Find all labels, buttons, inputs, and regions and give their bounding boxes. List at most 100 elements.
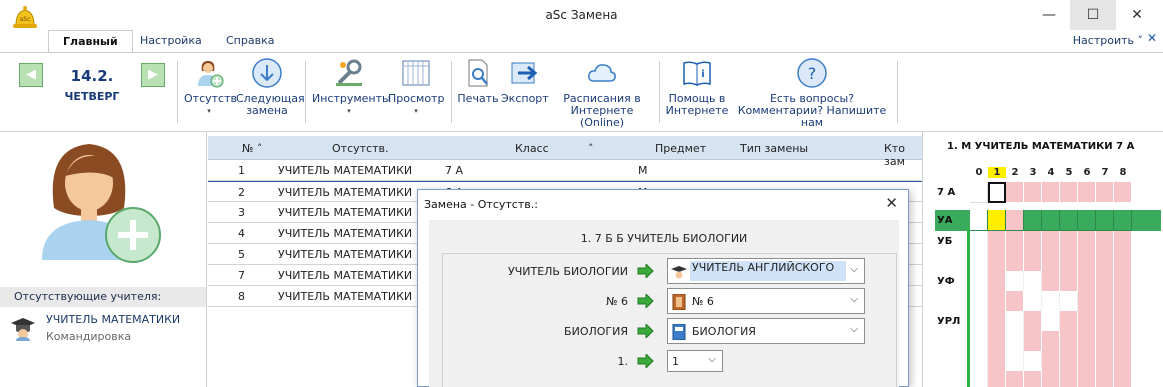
next-substitution-button[interactable]: Следующая замена bbox=[236, 57, 305, 117]
subject-select[interactable]: БИОЛОГИЯ ⌵ bbox=[667, 318, 865, 344]
timetable-cell[interactable] bbox=[1078, 271, 1096, 292]
timetable-cell[interactable] bbox=[1060, 210, 1078, 231]
timetable-cell[interactable] bbox=[1006, 251, 1024, 272]
timetable-cell[interactable] bbox=[1024, 371, 1042, 387]
timetable-cell[interactable] bbox=[1042, 251, 1060, 272]
column-subject[interactable]: Предмет bbox=[655, 142, 706, 155]
customize-menu[interactable]: Настроить ˅ bbox=[1073, 34, 1143, 47]
timetable-cell[interactable] bbox=[1078, 251, 1096, 272]
timetable-cell[interactable] bbox=[988, 371, 1006, 387]
timetable-cell[interactable] bbox=[1042, 210, 1060, 231]
timetable-cell[interactable] bbox=[1114, 291, 1132, 312]
timetable-cell[interactable] bbox=[1024, 251, 1042, 272]
timetable-cell[interactable] bbox=[970, 182, 988, 203]
timetable-cell[interactable] bbox=[988, 351, 1006, 372]
room-select[interactable]: № 6 ⌵ bbox=[667, 288, 865, 314]
timetable-cell[interactable] bbox=[1006, 210, 1024, 231]
timetable-cell[interactable] bbox=[1024, 231, 1042, 252]
teacher-select[interactable]: УЧИТЕЛЬ АНГЛИЙСКОГО ⌵ bbox=[667, 258, 865, 284]
tab-main[interactable]: Главный bbox=[48, 30, 133, 52]
timetable-cell[interactable] bbox=[988, 231, 1006, 252]
timetable-cell[interactable] bbox=[1096, 351, 1114, 372]
timetable-cell[interactable] bbox=[1096, 291, 1114, 312]
column-class[interactable]: Класс bbox=[515, 142, 549, 155]
timetable-cell[interactable] bbox=[1006, 311, 1024, 332]
timetable-cell[interactable] bbox=[970, 271, 988, 292]
timetable-cell[interactable] bbox=[1114, 251, 1132, 272]
timetable-cell[interactable] bbox=[970, 291, 988, 312]
close-button[interactable]: ✕ bbox=[1114, 0, 1160, 30]
feedback-button[interactable]: ? Есть вопросы? Комментарии? Напишите на… bbox=[734, 57, 890, 129]
timetable-cell[interactable] bbox=[1024, 311, 1042, 332]
timetable-cell[interactable] bbox=[1060, 271, 1078, 292]
timetable-cell[interactable] bbox=[970, 231, 988, 252]
timetable-cell[interactable] bbox=[1060, 331, 1078, 352]
column-sub-type[interactable]: Тип замены bbox=[740, 142, 808, 155]
timetable-cell[interactable] bbox=[1042, 331, 1060, 352]
timetable-cell[interactable] bbox=[1042, 231, 1060, 252]
timetable-cell[interactable] bbox=[1006, 371, 1024, 387]
dialog-close-icon[interactable]: ✕ bbox=[885, 194, 898, 212]
timetable-cell[interactable] bbox=[1114, 182, 1132, 203]
timetable-cell[interactable] bbox=[1006, 331, 1024, 352]
tools-button[interactable]: Инструменты ▾ bbox=[312, 57, 391, 117]
export-button[interactable]: Экспорт bbox=[501, 57, 549, 105]
view-button[interactable]: Просмотр ▾ bbox=[388, 57, 444, 117]
timetable-cell[interactable] bbox=[988, 182, 1006, 203]
timetable-cell[interactable] bbox=[970, 351, 988, 372]
timetable-cell[interactable] bbox=[1060, 311, 1078, 332]
timetable-cell[interactable] bbox=[1060, 371, 1078, 387]
tab-help[interactable]: Справка bbox=[212, 30, 288, 52]
timetable-cell[interactable] bbox=[1096, 251, 1114, 272]
timetable-cell[interactable] bbox=[1078, 291, 1096, 312]
timetable-cell[interactable] bbox=[1096, 311, 1114, 332]
timetable-cell[interactable] bbox=[1060, 351, 1078, 372]
timetable-cell[interactable] bbox=[1078, 351, 1096, 372]
timetable-cell[interactable] bbox=[1024, 291, 1042, 312]
online-help-button[interactable]: i Помощь в Интернете bbox=[664, 57, 730, 117]
timetable-cell[interactable] bbox=[1078, 331, 1096, 352]
timetable-cell[interactable] bbox=[1006, 182, 1024, 203]
timetable-cell[interactable] bbox=[1042, 271, 1060, 292]
timetable-cell[interactable] bbox=[1078, 371, 1096, 387]
timetable-cell[interactable] bbox=[1042, 311, 1060, 332]
timetable-cell[interactable] bbox=[1078, 311, 1096, 332]
timetable-cell[interactable] bbox=[1096, 331, 1114, 352]
timetable-cell[interactable] bbox=[1060, 291, 1078, 312]
minimize-button[interactable]: — bbox=[1026, 0, 1072, 30]
column-absent[interactable]: Отсутств. bbox=[332, 142, 388, 155]
timetable-cell[interactable] bbox=[1114, 331, 1132, 352]
timetable-cell[interactable] bbox=[1060, 182, 1078, 203]
timetable-cell[interactable] bbox=[1078, 210, 1096, 231]
timetable-cell[interactable] bbox=[1006, 291, 1024, 312]
timetable-cell[interactable] bbox=[1042, 182, 1060, 203]
timetable-cell[interactable] bbox=[970, 331, 988, 352]
timetable-cell[interactable] bbox=[970, 210, 988, 231]
table-row[interactable]: 1 УЧИТЕЛЬ МАТЕМАТИКИ 7 А М bbox=[208, 160, 922, 181]
timetable-cell[interactable] bbox=[1114, 351, 1132, 372]
timetable-cell[interactable] bbox=[1006, 231, 1024, 252]
timetable-cell[interactable] bbox=[988, 251, 1006, 272]
period-select[interactable]: 1 ⌵ bbox=[667, 350, 723, 372]
timetable-cell[interactable] bbox=[988, 271, 1006, 292]
timetable-cell[interactable] bbox=[1006, 351, 1024, 372]
timetable-cell[interactable] bbox=[1096, 271, 1114, 292]
close-ribbon-icon[interactable]: ✕ bbox=[1147, 31, 1157, 45]
timetable-cell[interactable] bbox=[988, 331, 1006, 352]
tab-settings[interactable]: Настройка bbox=[126, 30, 216, 52]
timetable-cell[interactable] bbox=[988, 291, 1006, 312]
timetable-cell[interactable] bbox=[970, 251, 988, 272]
timetable-cell[interactable] bbox=[1042, 371, 1060, 387]
timetable-cell[interactable] bbox=[988, 210, 1006, 231]
timetable-cell[interactable] bbox=[1114, 271, 1132, 292]
timetable-cell[interactable] bbox=[1024, 182, 1042, 203]
timetable-cell[interactable] bbox=[988, 311, 1006, 332]
next-day-button[interactable]: ▶ bbox=[141, 63, 165, 87]
maximize-button[interactable]: ☐ bbox=[1070, 0, 1116, 30]
timetable-cell[interactable] bbox=[1024, 271, 1042, 292]
prev-day-button[interactable]: ◀ bbox=[19, 63, 43, 87]
timetable-cell[interactable] bbox=[1114, 311, 1132, 332]
timetable-cell[interactable] bbox=[970, 311, 988, 332]
timetable-cell[interactable] bbox=[1024, 210, 1042, 231]
add-teacher-avatar-icon[interactable] bbox=[34, 138, 164, 268]
